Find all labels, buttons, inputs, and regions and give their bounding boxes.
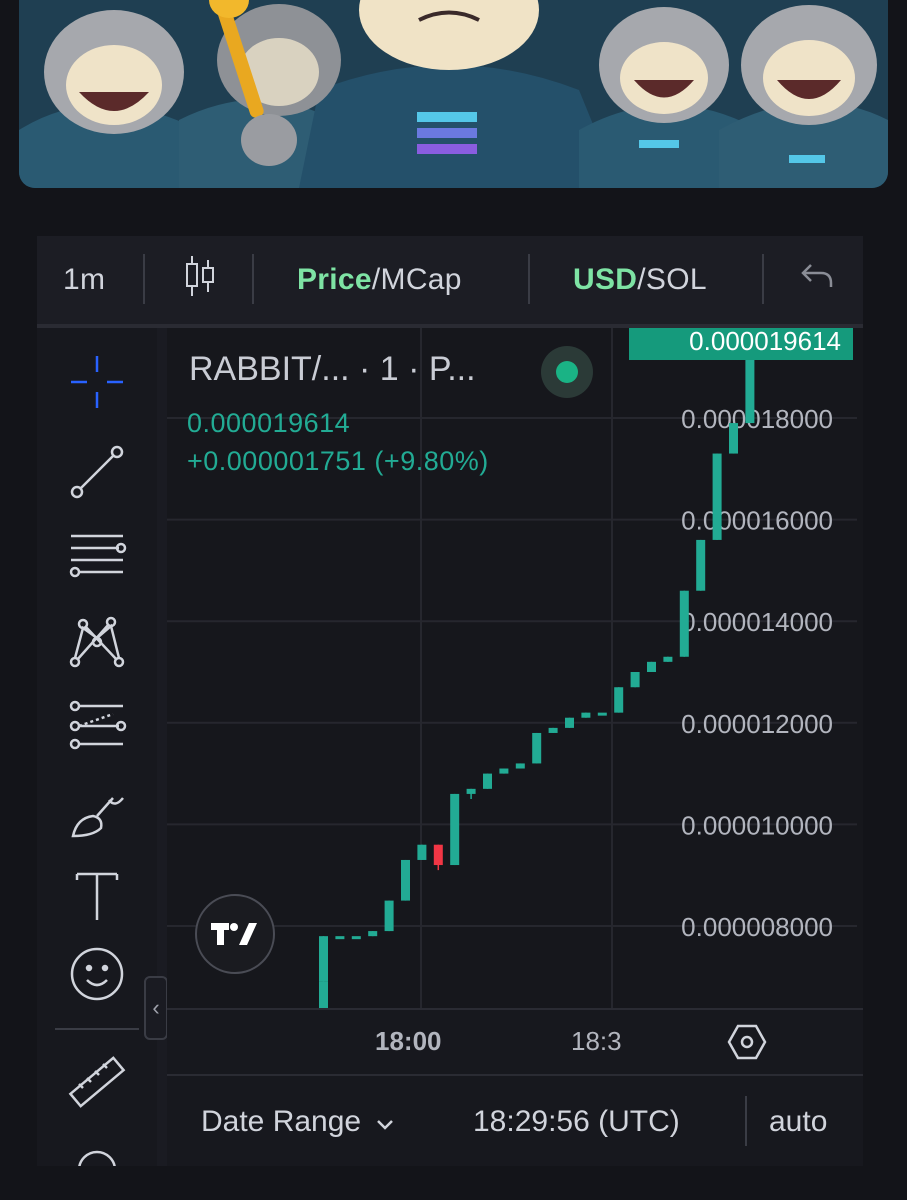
usd-sol-toggle[interactable]: USD/SOL <box>573 236 707 324</box>
candle <box>466 788 476 794</box>
toolbar-divider <box>55 1028 139 1030</box>
candle <box>483 773 492 789</box>
candle <box>581 712 591 718</box>
legend-change: +0.000001751 (+9.80%) <box>187 446 489 476</box>
chart-pane[interactable]: 0.000018000 0.000016000 0.000014000 0.00001… <box>167 328 863 1008</box>
interval-button[interactable]: 1m <box>63 236 105 324</box>
candle <box>401 859 410 901</box>
toolbar-divider <box>762 254 764 304</box>
candle <box>712 453 722 540</box>
undo-button[interactable] <box>799 236 835 324</box>
brush-icon[interactable] <box>63 778 131 846</box>
auto-scale-button[interactable]: auto <box>769 1076 827 1166</box>
candle <box>417 844 427 860</box>
more-tools-icon[interactable] <box>63 1136 131 1166</box>
toolbar-divider <box>143 254 145 304</box>
bottom-divider <box>745 1096 747 1146</box>
time-tick-label: 18:3 <box>571 1026 622 1056</box>
candle <box>679 590 689 657</box>
price-axis-label: 0.000008000 <box>681 912 833 942</box>
candle <box>450 793 460 866</box>
candle <box>433 844 443 866</box>
chart-toolbar: 1m Price/MCap USD/SOL <box>37 236 863 328</box>
candle <box>548 727 558 733</box>
crosshair-icon[interactable] <box>63 348 131 416</box>
candle <box>696 539 706 591</box>
fib-retracement-icon[interactable] <box>63 692 131 760</box>
price-mcap-toggle[interactable]: Price/MCap <box>297 236 462 324</box>
date-range-button[interactable]: Date Range <box>201 1076 395 1166</box>
price-option[interactable]: Price <box>297 263 372 297</box>
candlestick-icon <box>183 254 217 306</box>
candle <box>351 936 361 940</box>
tradingview-icon <box>211 923 257 945</box>
date-range-label: Date Range <box>201 1105 362 1138</box>
settings-hexagon-icon[interactable] <box>727 1024 767 1065</box>
candle <box>565 717 574 728</box>
price-axis-label: 0.000016000 <box>681 506 833 536</box>
candle <box>515 763 525 769</box>
market-status-indicator[interactable] <box>541 346 593 398</box>
usd-option[interactable]: USD <box>573 263 637 297</box>
time-axis[interactable]: 18:00 18:3 <box>167 1008 863 1076</box>
candle <box>647 661 656 672</box>
bottom-bar: Date Range 18:29:56 (UTC) auto <box>167 1074 863 1166</box>
sol-option[interactable]: /SOL <box>637 263 707 297</box>
candle <box>532 732 542 764</box>
pattern-icon[interactable] <box>63 608 131 676</box>
undo-icon <box>799 261 835 299</box>
legend-meta: · 1 · P... <box>349 350 476 388</box>
horizontal-lines-icon[interactable] <box>63 522 131 590</box>
status-dot <box>556 361 578 383</box>
trend-line-icon[interactable] <box>63 438 131 506</box>
candle <box>729 423 738 454</box>
candle <box>384 900 394 932</box>
time-tick-label: 18:00 <box>375 1026 442 1056</box>
candle <box>663 656 673 662</box>
tradingview-logo[interactable] <box>195 894 275 974</box>
candle <box>597 712 607 716</box>
legend-title[interactable]: RABBIT/... · 1 · P... <box>189 350 476 389</box>
legend-price: 0.000019614 <box>187 408 351 438</box>
candle <box>319 936 328 982</box>
price-axis-label: 0.000010000 <box>681 810 833 840</box>
candle <box>499 768 509 774</box>
banner-image <box>19 0 888 188</box>
text-icon[interactable] <box>63 862 131 930</box>
chart-type-button[interactable] <box>183 236 217 324</box>
candle <box>335 936 345 940</box>
price-axis-label: 0.000014000 <box>681 607 833 637</box>
toolbar-divider <box>252 254 254 304</box>
interval-label: 1m <box>63 263 106 296</box>
current-price-label: 0.000019614 <box>689 328 841 356</box>
legend-symbol: RABBIT/... <box>189 350 350 388</box>
price-axis-label: 0.000012000 <box>681 709 833 739</box>
drawing-toolbar <box>37 328 157 1166</box>
ruler-icon[interactable] <box>63 1048 131 1116</box>
price-axis-label: 0.000018000 <box>681 404 833 434</box>
mcap-option[interactable]: /MCap <box>372 263 462 297</box>
emoji-icon[interactable] <box>63 940 131 1008</box>
utc-time[interactable]: 18:29:56 (UTC) <box>473 1076 680 1166</box>
candle <box>614 687 624 713</box>
toolbar-divider <box>528 254 530 304</box>
candle <box>630 672 640 688</box>
collapse-toolbar-button[interactable]: ‹ <box>144 976 168 1040</box>
chevron-down-icon <box>375 1105 395 1139</box>
candle <box>368 931 378 937</box>
chart-widget: 1m Price/MCap USD/SOL ‹ 0.000018000 0.00… <box>37 236 863 1166</box>
